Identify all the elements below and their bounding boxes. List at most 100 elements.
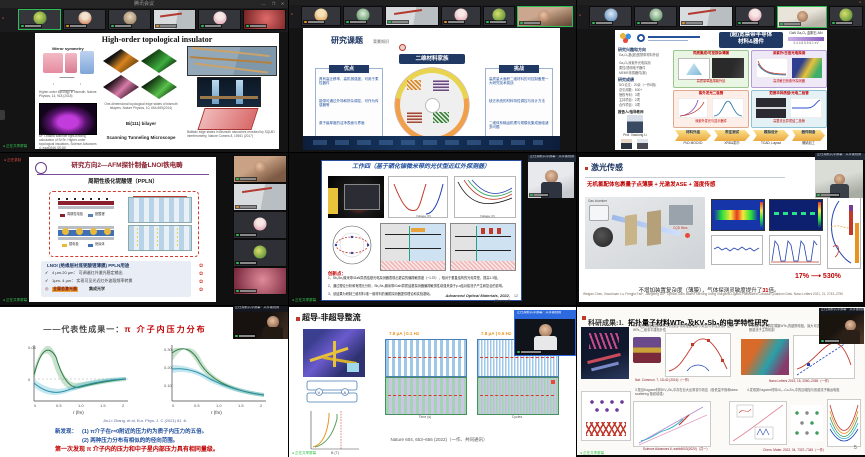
figure-stability-plot — [711, 235, 763, 265]
sidebar-handle[interactable] — [0, 110, 5, 120]
minimize-icon[interactable]: — — [259, 1, 268, 6]
shared-slide-2d-materials: 研究课题 背景知识 二维材料家族 优点 具有高迁移率、高机械强度，可用于柔性器件… — [303, 28, 560, 150]
citation: Weigao Chen, Xiaochuan Lu, Fengjia Fan*,… — [583, 293, 853, 297]
participant-thumbnail[interactable] — [18, 9, 61, 30]
slide-subtitle: 无机氯配体包裹量子点薄膜 + 光激发ASE + 湿度传感 — [587, 182, 715, 189]
mic-icon — [21, 25, 24, 28]
participant-thumbnail[interactable] — [679, 6, 733, 27]
participant-thumbnail[interactable] — [301, 6, 341, 26]
close-icon[interactable]: ✕ — [278, 1, 287, 6]
shared-slide-topological: High-order topological insulator Mirror … — [35, 33, 279, 149]
participant-name — [820, 339, 840, 343]
domain-stripes-2 — [128, 225, 192, 251]
svg-text:r (fm): r (fm) — [73, 410, 84, 415]
mic-icon — [637, 22, 640, 25]
active-speaker-video[interactable] — [777, 6, 827, 28]
participant-thumbnail[interactable] — [233, 239, 287, 267]
slide-title: 激光传感 — [591, 163, 623, 173]
participant-thumbnail[interactable] — [385, 6, 439, 26]
webcam-window[interactable]: 正在观看共享屏幕 · 共享者视角 — [233, 306, 288, 339]
figure-ahe-scaling-plot — [633, 401, 711, 447]
participant-thumbnail[interactable] — [233, 211, 287, 239]
use-case-3b: 集成光学 — [89, 287, 105, 292]
participant-thumbnail[interactable] — [634, 6, 677, 27]
pros-item: 原子级厚度的洁净表面与界面 — [319, 121, 379, 125]
figure-device-photo — [328, 176, 384, 218]
participant-video[interactable] — [233, 183, 287, 211]
figure-voltage-squarewave — [385, 377, 467, 415]
mic-icon — [821, 340, 824, 343]
participant-thumbnail[interactable] — [483, 6, 515, 26]
figure-el-spectrum — [712, 98, 744, 118]
speaker-body — [534, 336, 557, 350]
participant-thumbnail[interactable] — [441, 6, 481, 26]
participant-name — [200, 24, 222, 28]
mic-icon — [236, 262, 239, 265]
legend-label: 铌酸锂 — [95, 213, 105, 217]
active-speaker-video[interactable] — [517, 6, 573, 27]
panel-detector: 深紫外/日盲光电探测 高灵敏日盲紫外探测器 — [751, 50, 827, 88]
maximize-icon[interactable]: ❐ — [269, 1, 278, 6]
participant-thumbnail[interactable] — [198, 9, 241, 30]
avatar — [749, 8, 762, 21]
figure-voltage-squarewave-dense — [477, 377, 559, 415]
webcam-window[interactable] — [528, 162, 574, 198]
findings-label: 新发现： — [55, 429, 77, 436]
webcam-window[interactable] — [815, 160, 863, 198]
webcam-titlebar[interactable]: 正在观看共享屏幕 · 共享者视角 — [815, 153, 865, 160]
webcam-window[interactable]: 正在观看共享屏幕 · 共享者视角 — [514, 310, 576, 356]
participant-thumbnail[interactable] — [735, 6, 775, 27]
laser-pointer-dot — [399, 44, 406, 51]
figure-circuit-schematic: V A — [303, 379, 361, 405]
participant-name — [345, 20, 367, 24]
figure-device-microscope — [303, 329, 365, 377]
mic-icon — [111, 25, 114, 28]
figure-arpes-4 — [141, 75, 177, 99]
participant-thumbnail[interactable] — [63, 9, 106, 30]
svg-text:1.5: 1.5 — [100, 403, 106, 408]
mic-icon — [246, 25, 249, 28]
participant-thumbnail[interactable] — [589, 6, 632, 27]
slide-title-red: π 介子内压力分布 — [124, 325, 206, 334]
figure-current-squarewave — [385, 339, 467, 377]
avatar — [649, 8, 662, 21]
figure-device-image-2 — [741, 339, 789, 375]
section3-citation: Science Advances 6, eabb6003(2020)（共一） — [643, 448, 710, 452]
participant-thumbnail[interactable] — [233, 267, 287, 295]
silver-electrode-dot — [104, 228, 111, 235]
participant-name — [591, 21, 613, 25]
webcam-titlebar[interactable]: 正在观看共享屏幕 · 共享者视角 — [528, 155, 576, 162]
section4-citation: Chem. Mater. 2022, 34, 7337–7345（一作） — [763, 449, 826, 453]
avatar — [604, 8, 617, 21]
figure-hall-plot — [665, 333, 731, 377]
participant-thumbnail[interactable] — [153, 9, 196, 30]
shared-slide-semiconductor: (超)宽禁带半导体 材料&器件 GaN Ga₂O₃ 金刚石 AlN 3.4 4.… — [615, 30, 827, 150]
mic-icon — [682, 22, 685, 25]
svg-text:1.0: 1.0 — [216, 403, 222, 408]
participant-thumbnail[interactable] — [829, 6, 863, 27]
webcam-titlebar[interactable]: 正在观看共享屏幕 · 共享者视角 — [515, 311, 576, 319]
schematic-box: 周期性电极 铌酸锂 银电极 绝缘体 — [49, 191, 199, 257]
webcam-window[interactable]: 正在观看共享屏幕 · 共享者视角 — [819, 308, 864, 344]
mic-icon — [201, 25, 204, 28]
figure-crystal-pink2 — [65, 53, 77, 73]
svg-text:A: A — [344, 390, 347, 395]
figure-gain-comparison — [827, 197, 861, 269]
speaker-face — [254, 161, 266, 173]
section3-caption: 3.笼目Kagome材料KV₃Sb₅中存在巨大反常霍尔效应（极低温不饱和skew… — [635, 389, 745, 397]
mic-icon — [592, 22, 595, 25]
bandgap-values: 3.4 4.8 5.5 6.1 eV — [787, 42, 825, 46]
participant-video[interactable] — [233, 155, 287, 183]
recording-indicator: ● 正在录制 — [4, 158, 21, 162]
svg-text:0.5: 0.5 — [194, 403, 200, 408]
bullet-marker — [585, 167, 588, 170]
materials-wheel — [395, 68, 469, 142]
participant-thumbnail[interactable] — [243, 9, 286, 30]
participant-thumbnail[interactable] — [108, 9, 151, 30]
meeting-window-6: 激光传感 无机氯配体包裹量子点薄膜 + 光激发ASE + 湿度传感 Gas ch… — [577, 153, 865, 305]
cons-item: 二维体系输运机理与规模化集成面临诸多问题 — [489, 121, 549, 130]
summary-box: LNOI (绝缘层衬底铌酸锂薄膜) PPLN用途 ✓ 4 μm-20 μm： 可… — [41, 261, 191, 297]
svg-text:2: 2 — [260, 403, 263, 408]
participant-thumbnail[interactable] — [343, 6, 383, 26]
svg-text:0.08: 0.08 — [28, 345, 37, 350]
